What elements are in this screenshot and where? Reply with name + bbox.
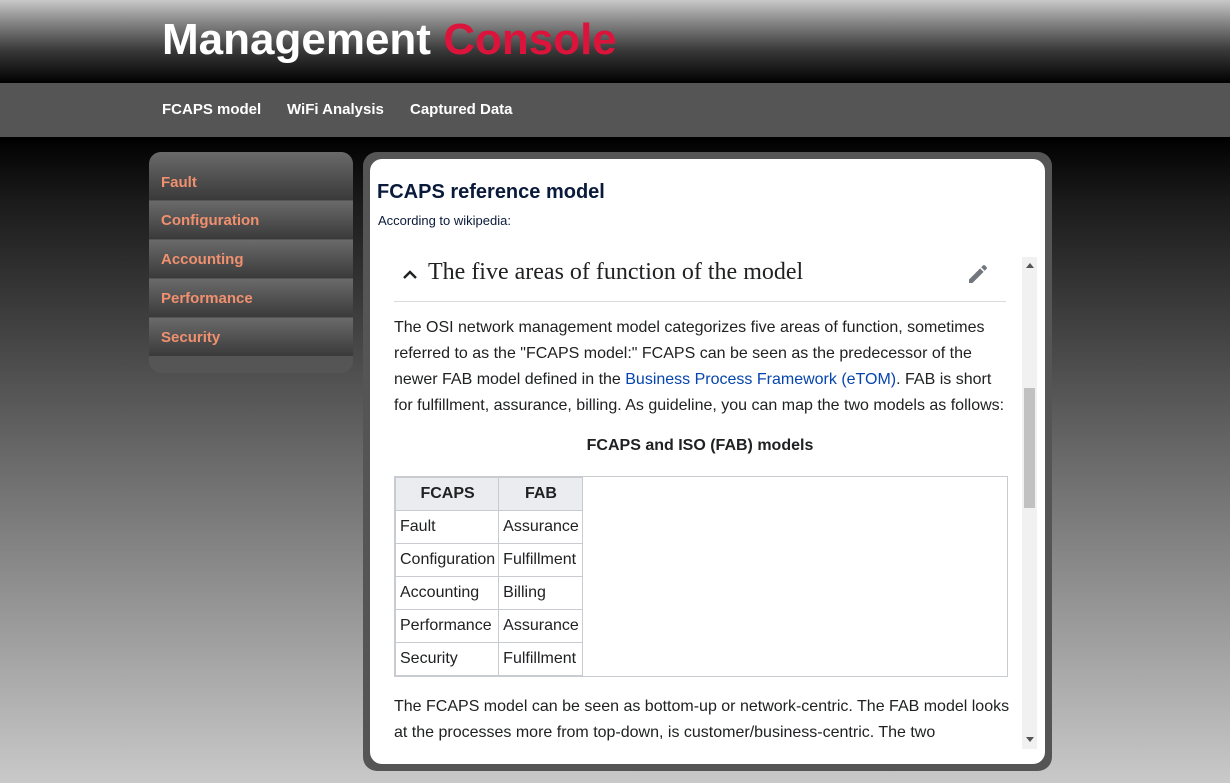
paragraph-fcaps-vs-fab: The FCAPS model can be seen as bottom-up… xyxy=(394,698,1010,741)
pencil-icon[interactable] xyxy=(966,262,990,286)
sidebar-item-configuration[interactable]: Configuration xyxy=(149,201,353,239)
app-title-main: Management xyxy=(162,15,431,64)
sidebar-item-performance[interactable]: Performance xyxy=(149,279,353,317)
content-area: FCAPS reference model According to wikip… xyxy=(370,159,1045,764)
table-cell: Performance xyxy=(394,609,500,643)
table-cell: Assurance xyxy=(498,609,583,643)
sidebar-item-security[interactable]: Security xyxy=(149,318,353,356)
top-nav: FCAPS model WiFi Analysis Captured Data xyxy=(0,83,1230,137)
table-caption: FCAPS and ISO (FAB) models xyxy=(586,437,814,454)
sidebar: Fault Configuration Accounting Performan… xyxy=(149,152,353,373)
frame-scrollbar[interactable] xyxy=(1022,257,1037,749)
column-header-fcaps: FCAPS xyxy=(394,477,500,511)
table-cell: Accounting xyxy=(394,576,500,610)
section-title: The five areas of function of the model xyxy=(428,259,804,285)
table-cell: Fault xyxy=(394,510,500,544)
intro-text: According to wikipedia: xyxy=(378,213,511,228)
column-header-fab: FAB xyxy=(498,477,583,511)
content-panel: FCAPS reference model According to wikip… xyxy=(363,152,1052,771)
table-cell: Fulfillment xyxy=(498,543,583,577)
table-cell: Security xyxy=(394,642,500,676)
nav-captured-data[interactable]: Captured Data xyxy=(410,83,513,137)
table-row: Security Fulfillment xyxy=(394,642,583,676)
paragraph-fcaps-intro: The OSI network management model categor… xyxy=(394,315,1014,419)
chevron-up-icon[interactable] xyxy=(402,267,418,283)
table-cell: Assurance xyxy=(498,510,583,544)
section-header[interactable]: The five areas of function of the model xyxy=(394,257,1006,302)
table-cell: Configuration xyxy=(394,543,500,577)
sidebar-item-accounting[interactable]: Accounting xyxy=(149,240,353,278)
app-title: Management Console xyxy=(162,14,617,66)
fcaps-fab-table: FCAPS FAB Fault Assurance Configuration Fu… xyxy=(394,477,583,676)
nav-fcaps-model[interactable]: FCAPS model xyxy=(162,83,261,137)
scrollbar-thumb[interactable] xyxy=(1024,388,1035,508)
embedded-wiki-frame[interactable]: The five areas of function of the model … xyxy=(370,257,1042,757)
header: Management Console xyxy=(0,0,1230,83)
page-title: FCAPS reference model xyxy=(377,181,605,203)
table-row: Performance Assurance xyxy=(394,609,583,643)
nav-wifi-analysis[interactable]: WiFi Analysis xyxy=(287,83,384,137)
link-business-process-framework[interactable]: Business Process Framework (eTOM) xyxy=(625,371,896,388)
table-cell: Fulfillment xyxy=(498,642,583,676)
scroll-up-arrow-icon[interactable] xyxy=(1026,263,1034,268)
app-title-accent: Console xyxy=(443,15,617,64)
scroll-down-arrow-icon[interactable] xyxy=(1026,737,1034,742)
table-cell: Billing xyxy=(498,576,583,610)
sidebar-item-fault[interactable]: Fault xyxy=(149,152,353,200)
table-row: Fault Assurance xyxy=(394,510,583,544)
table-row: Accounting Billing xyxy=(394,576,583,610)
table-row: Configuration Fulfillment xyxy=(394,543,583,577)
table-container: FCAPS FAB Fault Assurance Configuration Fu… xyxy=(394,476,1008,677)
